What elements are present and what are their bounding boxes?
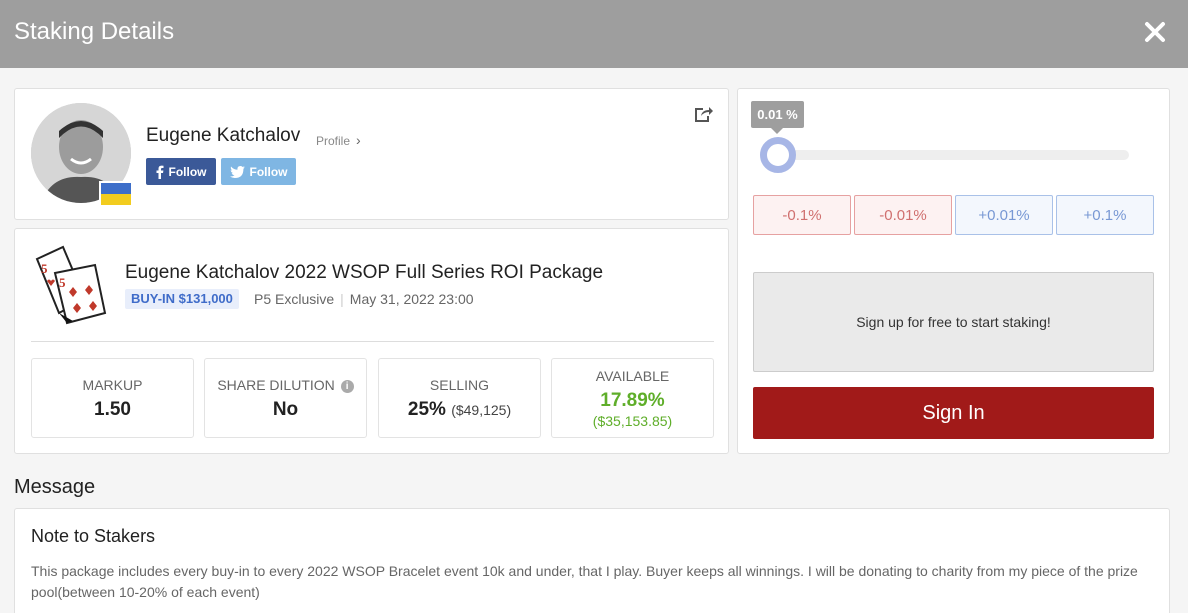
facebook-follow-button[interactable]: Follow [146,158,216,185]
svg-text:5: 5 [59,275,66,290]
stake-slider-track[interactable] [762,150,1129,160]
available-amount: ($35,153.85) [592,413,673,429]
note-body: This package includes every buy-in to ev… [31,563,1138,600]
message-heading: Message [14,476,96,498]
share-icon[interactable] [694,105,714,123]
modal-header: Staking Details [0,0,1188,68]
ukraine-flag-icon [99,181,133,207]
stake-slider-handle[interactable] [760,137,796,173]
twitter-follow-button[interactable]: Follow [221,158,296,185]
twitter-follow-label: Follow [249,164,288,179]
exclusive-label: P5 Exclusive [254,291,335,307]
available-label: AVAILABLE [595,368,670,384]
selling-amount: ($49,125) [451,402,512,418]
slider-value-tooltip: 0.01 % [751,101,804,134]
svg-text:5: 5 [41,261,48,276]
decrease-0-1-button[interactable]: -0.1% [753,195,851,235]
buyin-badge: BUY-IN $131,000 [125,289,239,309]
facebook-icon [156,165,163,179]
modal-title: Staking Details [14,18,175,45]
playing-cards-icon: 5 5 [35,245,107,325]
info-icon[interactable]: i [340,380,354,393]
signup-prompt: Sign up for free to start staking! [753,272,1154,372]
message-card: Note to Stakers This package includes ev… [14,508,1170,613]
share-dilution-label: SHARE DILUTION [217,377,335,393]
stat-selling: SELLING 25% ($49,125) [378,358,541,438]
note-title: Note to Stakers [31,526,156,546]
facebook-follow-label: Follow [168,164,207,179]
selling-label: SELLING [429,377,490,393]
selling-value-row: 25% ($49,125) [379,399,540,421]
stat-available: AVAILABLE 17.89% ($35,153.85) [551,358,714,438]
chevron-right-icon: › [356,132,361,148]
package-date: May 31, 2022 23:00 [349,291,474,307]
profile-link[interactable]: Profile › [316,132,361,148]
staking-card: 0.01 % -0.1% -0.01% +0.01% +0.1% Sign up… [737,88,1170,454]
share-dilution-label-row: SHARE DILUTION i [205,377,366,393]
player-name: Eugene Katchalov [146,125,301,146]
divider [31,341,714,342]
increase-0-01-button[interactable]: +0.01% [955,195,1053,235]
profile-link-label: Profile [316,134,351,148]
available-value: 17.89% [600,390,665,411]
package-meta: P5 Exclusive | May 31, 2022 23:00 [254,291,474,307]
twitter-icon [229,165,245,178]
decrease-0-01-button[interactable]: -0.01% [854,195,952,235]
stat-share-dilution: SHARE DILUTION i No [204,358,367,438]
profile-card: Eugene Katchalov Profile › Follow Follow [14,88,729,220]
package-title: Eugene Katchalov 2022 WSOP Full Series R… [125,262,604,283]
markup-value: 1.50 [94,399,131,420]
share-dilution-value: No [272,399,299,420]
close-icon[interactable] [1141,18,1169,46]
markup-label: MARKUP [82,377,143,393]
package-card: 5 5 Eugene Katchalov 2022 WSOP Full Seri… [14,228,729,454]
selling-value: 25% [407,399,446,420]
increase-0-1-button[interactable]: +0.1% [1056,195,1154,235]
stat-markup: MARKUP 1.50 [31,358,194,438]
sign-in-button[interactable]: Sign In [753,387,1154,439]
